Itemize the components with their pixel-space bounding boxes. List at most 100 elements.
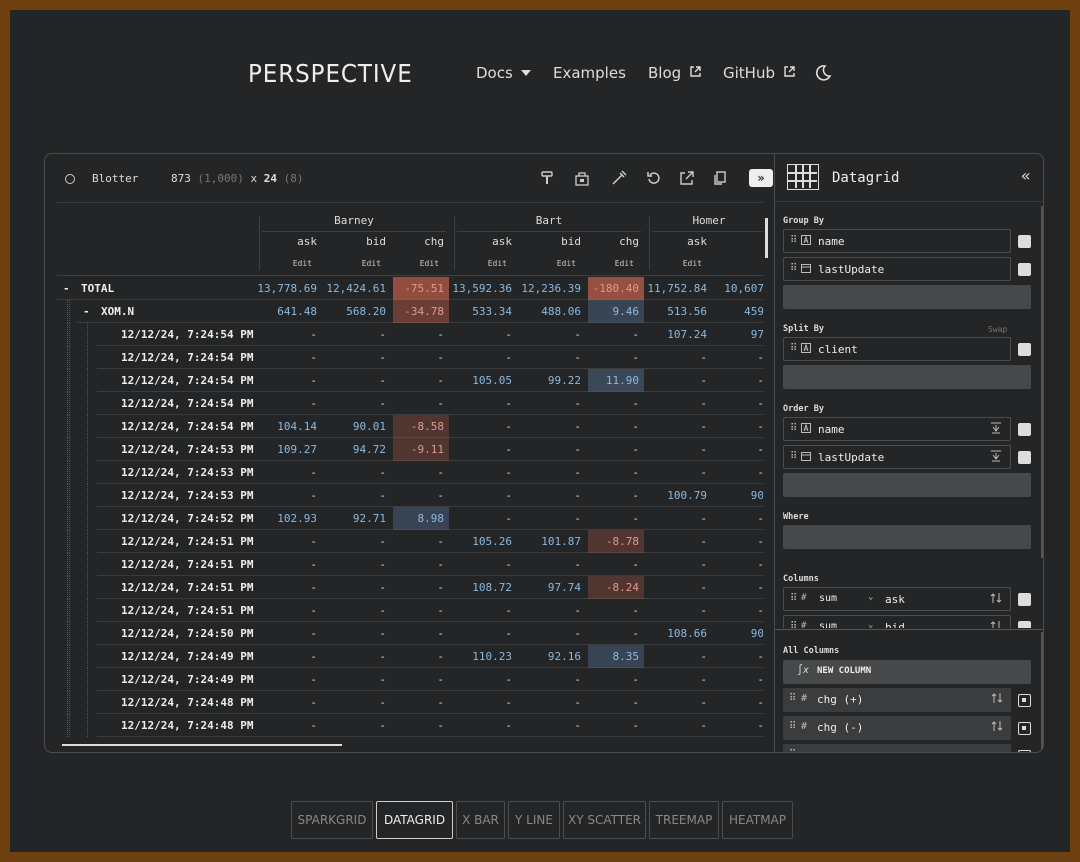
column-header[interactable]: ask	[254, 235, 317, 248]
column-edit-button[interactable]: Edit	[323, 259, 381, 268]
group-by-dropzone[interactable]	[783, 285, 1031, 309]
drag-handle-icon[interactable]: ⠿	[789, 721, 796, 732]
tree-guide	[87, 645, 88, 668]
table-cell: -	[437, 673, 444, 686]
column-item[interactable]: ⠿ # sum ⌄ bid	[783, 615, 1011, 628]
panel-divider[interactable]	[775, 629, 1043, 630]
column-edit-button[interactable]: Edit	[588, 259, 634, 268]
tree-guide	[69, 507, 70, 530]
table-cell: 513.56	[667, 305, 707, 318]
drag-handle-icon[interactable]: ⠿	[790, 593, 797, 604]
aggregate-select[interactable]: sum	[819, 593, 837, 604]
order-by-item[interactable]: ⠿ lastUpdate	[783, 445, 1011, 469]
group-by-checkbox[interactable]	[1018, 263, 1031, 276]
drag-handle-icon[interactable]: ⠿	[790, 451, 797, 462]
order-by-checkbox[interactable]	[1018, 451, 1031, 464]
plugin-button-treemap[interactable]: TREEMAP	[649, 801, 719, 839]
row-collapse-toggle[interactable]: -	[63, 277, 70, 300]
table-cell: -	[700, 420, 707, 433]
split-by-checkbox[interactable]	[1018, 343, 1031, 356]
lock-icon[interactable]	[574, 170, 590, 186]
column-item[interactable]: ⠿ # sum ⌄ ask	[783, 587, 1011, 611]
where-dropzone[interactable]	[783, 525, 1031, 549]
drag-handle-icon[interactable]: ⠿	[789, 749, 796, 752]
order-by-checkbox[interactable]	[1018, 423, 1031, 436]
settings-panel-toggle[interactable]: »	[749, 169, 773, 187]
column-group-header[interactable]: Homer	[649, 214, 763, 227]
column-header[interactable]: ask	[644, 235, 707, 248]
column-edit-button[interactable]: Edit	[393, 259, 439, 268]
plugin-button-heatmap[interactable]: HEATMAP	[722, 801, 793, 839]
all-column-checkbox[interactable]	[1018, 722, 1031, 735]
horizontal-scrollbar[interactable]	[62, 744, 342, 746]
all-column-checkbox[interactable]	[1018, 750, 1031, 752]
collapse-panel-icon[interactable]: «	[1021, 166, 1031, 185]
column-edit-button[interactable]: Edit	[644, 259, 702, 268]
swap-button[interactable]: Swap	[988, 325, 1007, 334]
column-header[interactable]: bid	[323, 235, 386, 248]
column-group-header[interactable]: Bart	[454, 214, 644, 227]
plugin-button-x-bar[interactable]: X BAR	[456, 801, 505, 839]
reset-icon[interactable]	[646, 170, 662, 186]
all-column-checkbox[interactable]	[1018, 694, 1031, 707]
group-by-checkbox[interactable]	[1018, 235, 1031, 248]
copy-icon[interactable]	[712, 170, 728, 186]
drag-handle-icon[interactable]: ⠿	[790, 235, 797, 246]
split-by-dropzone[interactable]	[783, 365, 1031, 389]
panel-scrollbar[interactable]	[1041, 632, 1043, 750]
row-collapse-toggle[interactable]: -	[83, 300, 90, 323]
all-column-item[interactable]: ⠿ # chg (-)	[783, 716, 1011, 740]
column-header[interactable]: bid	[518, 235, 581, 248]
order-by-item[interactable]: ⠿ name	[783, 417, 1011, 441]
nav-examples[interactable]: Examples	[553, 64, 626, 82]
plugin-button-xy-scatter[interactable]: XY SCATTER	[563, 801, 646, 839]
sort-desc-icon[interactable]	[990, 422, 1002, 434]
plugin-button-sparkgrid[interactable]: SPARKGRID	[291, 801, 373, 839]
plugin-selector[interactable]: Datagrid «	[775, 154, 1043, 202]
plugin-button-datagrid[interactable]: DATAGRID	[376, 801, 453, 839]
column-group-header[interactable]: Barney	[259, 214, 449, 227]
settings-icon[interactable]	[611, 170, 627, 186]
nav-github[interactable]: GitHub	[723, 64, 795, 82]
column-header[interactable]: ask	[449, 235, 512, 248]
column-header[interactable]: chg	[393, 235, 444, 248]
sort-toggle-icon[interactable]	[991, 720, 1003, 732]
aggregate-select[interactable]: sum	[819, 621, 837, 628]
times-sign: x	[250, 172, 258, 185]
drag-handle-icon[interactable]: ⠿	[789, 693, 796, 704]
vertical-scrollbar[interactable]	[765, 218, 768, 258]
panel-scrollbar[interactable]	[1041, 206, 1043, 558]
table-name[interactable]: Blotter	[92, 172, 138, 185]
column-header[interactable]: chg	[588, 235, 639, 248]
split-by-item[interactable]: ⠿ client	[783, 337, 1011, 361]
group-by-item[interactable]: ⠿ name	[783, 229, 1011, 253]
theme-icon[interactable]	[539, 170, 555, 186]
sort-toggle-icon[interactable]	[990, 592, 1002, 604]
group-by-item[interactable]: ⠿ lastUpdate	[783, 257, 1011, 281]
dark-mode-toggle-icon[interactable]	[814, 64, 832, 82]
column-edit-button[interactable]: Edit	[449, 259, 507, 268]
nav-docs[interactable]: Docs	[476, 64, 531, 82]
logo[interactable]: PERSPECTIVE	[248, 59, 413, 88]
table-cell: -	[574, 627, 581, 640]
plugin-button-y-line[interactable]: Y LINE	[508, 801, 560, 839]
drag-handle-icon[interactable]: ⠿	[790, 423, 797, 434]
chevron-down-icon: ⌄	[868, 592, 874, 602]
order-by-dropzone[interactable]	[783, 473, 1031, 497]
export-icon[interactable]	[679, 170, 695, 186]
all-column-item[interactable]: ⠿ # chg (+)	[783, 688, 1011, 712]
sort-desc-icon[interactable]	[990, 450, 1002, 462]
column-checkbox[interactable]	[1018, 621, 1031, 628]
new-column-button[interactable]: ∫x NEW COLUMN	[783, 660, 1031, 684]
sort-toggle-icon[interactable]	[991, 692, 1003, 704]
column-checkbox[interactable]	[1018, 593, 1031, 606]
column-edit-button[interactable]: Edit	[254, 259, 312, 268]
sort-toggle-icon[interactable]	[990, 620, 1002, 628]
nav-blog[interactable]: Blog	[648, 64, 701, 82]
all-column-item[interactable]: ⠿	[783, 744, 1011, 752]
table-cell: -	[505, 673, 512, 686]
drag-handle-icon[interactable]: ⠿	[790, 343, 797, 354]
column-edit-button[interactable]: Edit	[518, 259, 576, 268]
drag-handle-icon[interactable]: ⠿	[790, 621, 797, 628]
drag-handle-icon[interactable]: ⠿	[790, 263, 797, 274]
